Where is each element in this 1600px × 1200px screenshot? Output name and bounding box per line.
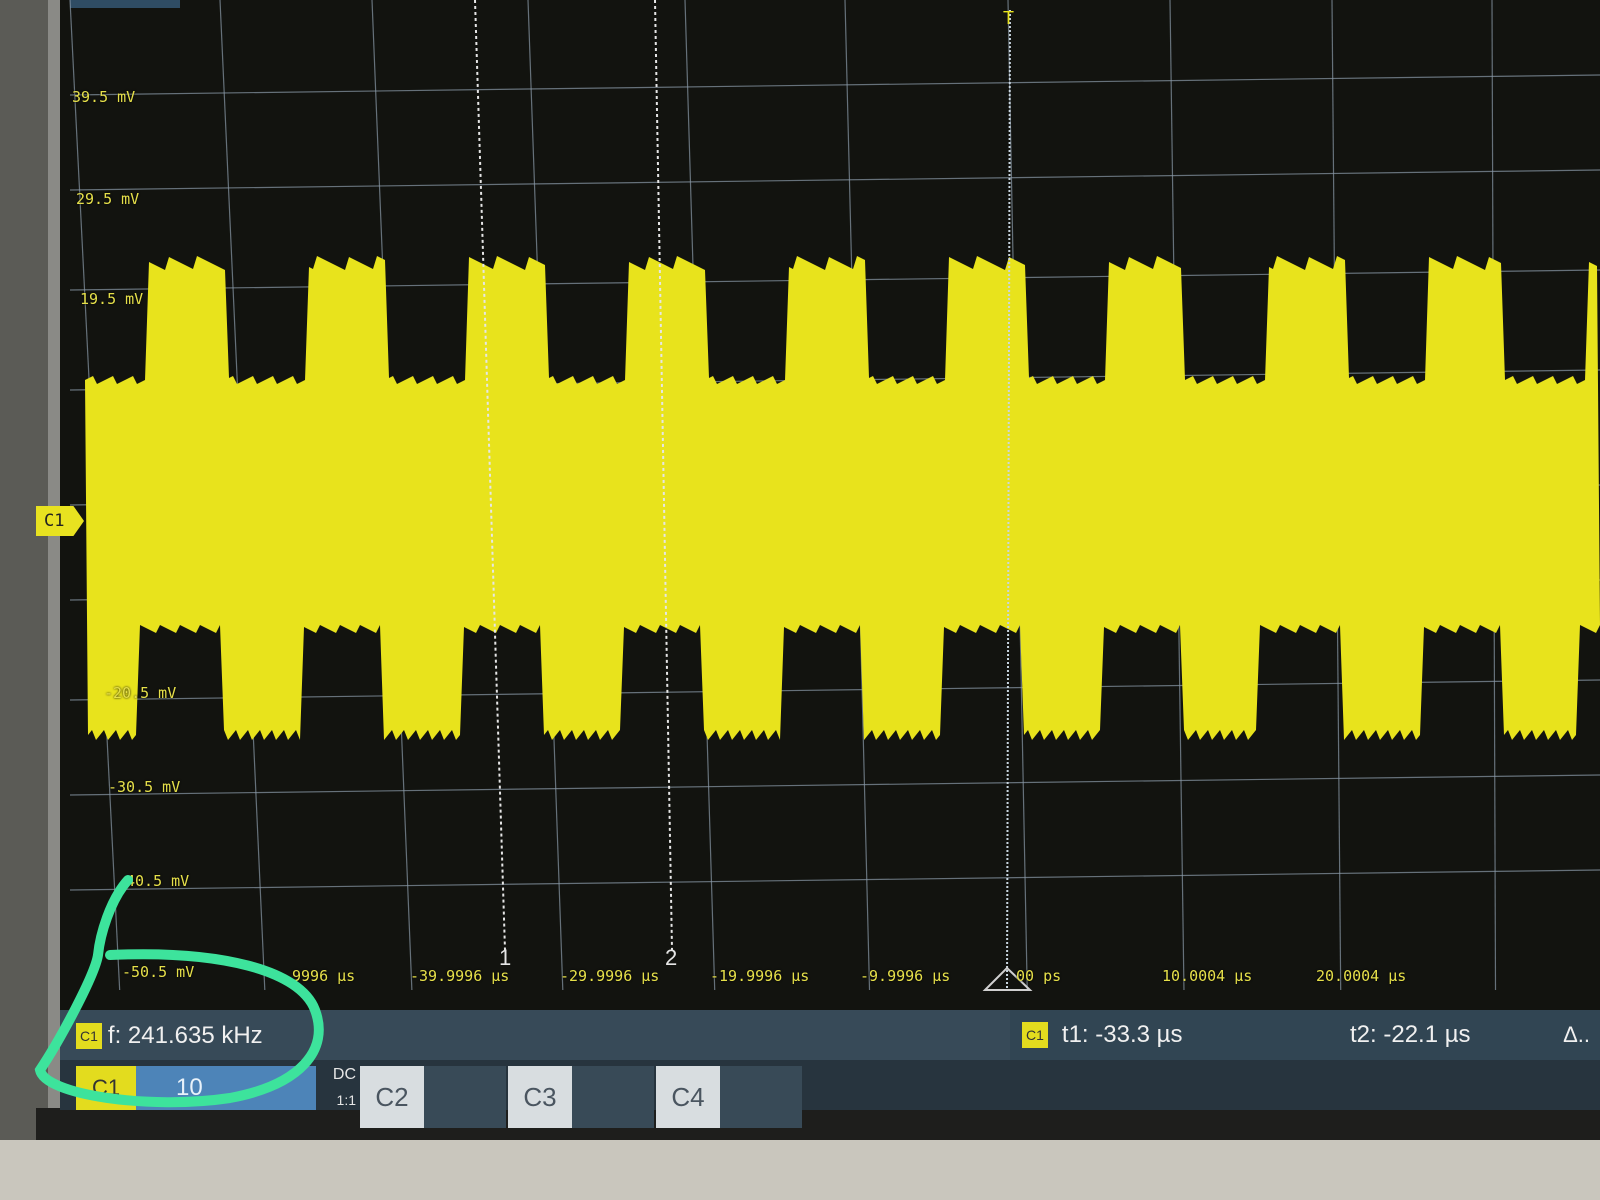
probe-ratio: 1:1 [336, 1092, 356, 1108]
y-axis-label: 39.5 mV [72, 88, 136, 106]
x-axis-label: -39.9996 µs [410, 967, 510, 985]
y-axis-label: 40.5 mV [126, 872, 190, 890]
x-axis-label: -9.9996 µs [860, 967, 951, 985]
channel-3-button[interactable]: C3 [508, 1066, 572, 1128]
y-axis-label: 29.5 mV [76, 190, 140, 208]
channel-1-button[interactable]: C1 [76, 1066, 136, 1110]
cursor-2-handle[interactable]: 2 [665, 945, 677, 970]
oscilloscope-screen: 1 2 T 39.5 mV 29.5 mV 19.5 mV -20.5 mV -… [36, 0, 1600, 1128]
measurement-channel-badge: C1 [76, 1023, 102, 1049]
x-axis-label: -29.9996 µs [560, 967, 660, 985]
y-axis-label: -30.5 mV [108, 778, 181, 796]
trace-envelope [85, 256, 1600, 740]
graticule-hline [69, 869, 1600, 891]
channel-2-button[interactable]: C2 [360, 1066, 424, 1128]
trigger-marker[interactable]: T [1003, 8, 1014, 28]
channel-1-coupling[interactable]: DC 1:1 [316, 1066, 356, 1110]
y-axis-label: -20.5 mV [104, 684, 177, 702]
monitor-bezel-bottom [0, 1140, 1600, 1200]
x-axis-label: 20.0004 µs [1316, 967, 1407, 985]
channel-1-scale[interactable]: 10 [136, 1066, 316, 1110]
x-axis-label: 00 ps [1016, 967, 1062, 985]
waveform-display[interactable]: 1 2 T [60, 0, 1600, 1010]
monitor-bezel-left [0, 0, 48, 1200]
channel-2-slot[interactable] [424, 1066, 506, 1128]
graticule-hline [69, 774, 1600, 796]
y-axis-label: 19.5 mV [80, 290, 144, 308]
channel-3-slot[interactable] [572, 1066, 654, 1128]
graticule-hline [69, 74, 1600, 96]
cursor-t2-value: t2: -22.1 µs [1350, 1021, 1471, 1048]
frequency-value: f: 241.635 kHz [107, 1022, 263, 1049]
measurement-bar: C1 f: 241.635 kHz C1 t1: -33.3 µs t2: -2… [60, 1010, 1600, 1060]
channel-4-button[interactable]: C4 [656, 1066, 720, 1128]
frequency-measurement[interactable]: C1 f: 241.635 kHz [76, 1020, 336, 1052]
y-axis-label: -50.5 mV [122, 963, 195, 981]
cursor-t1-value: t1: -33.3 µs [1061, 1021, 1183, 1048]
cursor-readout[interactable]: C1 t1: -33.3 µs t2: -22.1 µs Δ.. [1010, 1010, 1600, 1060]
cursor-delta-value: Δ.. [1563, 1022, 1590, 1047]
x-axis-label: -19.9996 µs [710, 967, 810, 985]
coupling-label: DC [332, 1066, 356, 1083]
graticule-hline [69, 169, 1600, 191]
channel-1-trace [85, 256, 1600, 740]
channel-bar: C1 10 DC 1:1 C2 C3 C4 [60, 1060, 1600, 1128]
cursor-channel-badge: C1 [1022, 1022, 1048, 1048]
screen-edge [36, 1108, 1600, 1142]
x-axis-label: 10.0004 µs [1162, 967, 1253, 985]
channel-4-slot[interactable] [720, 1066, 802, 1128]
x-axis-label: 9996 µs [292, 967, 356, 985]
